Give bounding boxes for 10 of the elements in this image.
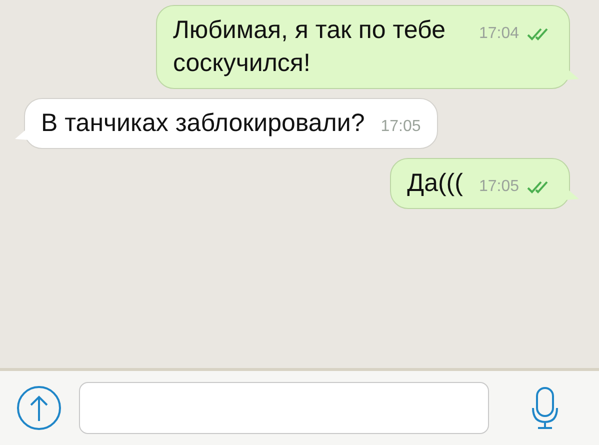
message-time: 17:05 (380, 117, 421, 137)
message-text: Любимая, я так по тебе соскучился! (172, 15, 446, 79)
arrow-up-icon (29, 394, 49, 422)
attach-button[interactable] (17, 386, 61, 430)
microphone-icon[interactable] (531, 386, 559, 430)
message-time: 17:05 (478, 177, 519, 197)
message-input-field[interactable] (79, 382, 489, 434)
message-text: Да((( (407, 169, 463, 197)
message-text: В танчиках заблокировали? (41, 109, 365, 137)
message-time: 17:04 (478, 24, 519, 44)
